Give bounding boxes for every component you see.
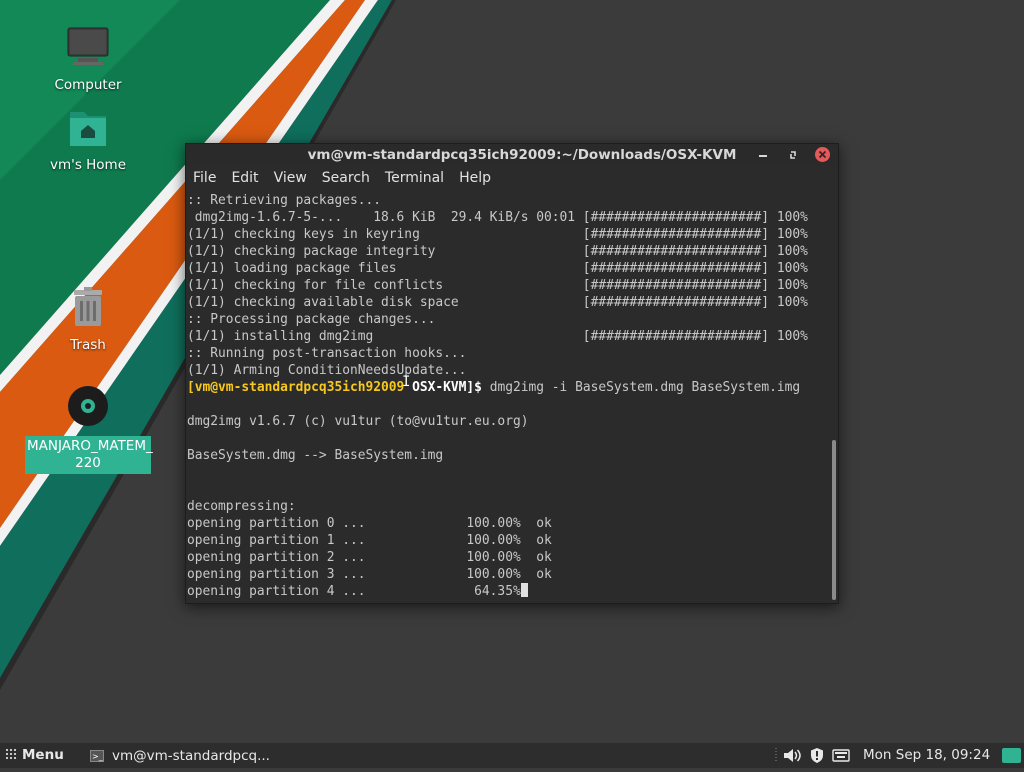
menu-terminal[interactable]: Terminal — [385, 170, 444, 186]
keyboard-icon[interactable] — [832, 747, 850, 764]
terminal-line: dmg2img-1.6.7-5-... 18.6 KiB 29.4 KiB/s … — [187, 210, 808, 225]
menu-edit[interactable]: Edit — [231, 170, 258, 186]
window-title: vm@vm-standardpcq35ich92009:~/Downloads/… — [307, 147, 737, 163]
terminal-line: decompressing: — [187, 499, 296, 514]
current-line: opening partition 4 ... 64.35% — [187, 583, 827, 600]
window-titlebar[interactable]: vm@vm-standardpcq35ich92009:~/Downloads/… — [186, 144, 838, 166]
show-desktop-button[interactable] — [1002, 748, 1021, 763]
text-cursor — [520, 583, 528, 597]
menu-bar: File Edit View Search Terminal Help — [186, 166, 838, 190]
minimize-icon — [759, 155, 767, 157]
terminal-icon: >_ — [90, 749, 104, 762]
task-label: vm@vm-standardpcq... — [112, 747, 270, 764]
close-button[interactable] — [815, 147, 830, 162]
menu-view[interactable]: View — [274, 170, 307, 186]
terminal-line: (1/1) loading package files [###########… — [187, 261, 808, 276]
prompt-line: [vm@vm-standardpcq35ich92009 OSX-KVM]$ d… — [187, 379, 827, 396]
update-shield-icon[interactable] — [809, 747, 825, 764]
terminal-line: :: Retrieving packages... — [187, 193, 382, 208]
apps-grid-icon — [5, 748, 17, 760]
menu-file[interactable]: File — [193, 170, 216, 186]
terminal-line: (1/1) checking package integrity [######… — [187, 244, 808, 259]
prompt-user: [vm@vm-standardpcq35ich92009 — [187, 380, 405, 395]
restore-icon — [790, 151, 796, 159]
terminal-line: (1/1) checking for file conflicts [#####… — [187, 278, 808, 293]
trash-icon — [64, 284, 112, 332]
desktop-icon-label: Computer — [54, 77, 122, 93]
maximize-button[interactable] — [785, 147, 801, 163]
start-menu-button[interactable]: Menu — [5, 747, 64, 763]
terminal-line: (1/1) installing dmg2img [##############… — [187, 329, 808, 344]
command-text: dmg2img -i BaseSystem.dmg BaseSystem.img — [481, 380, 801, 395]
menu-label: Menu — [22, 747, 64, 763]
clock[interactable]: Mon Sep 18, 09:24 — [863, 747, 990, 763]
taskbar: Menu >_ vm@vm-standardpcq... Mon Sep 18,… — [0, 743, 1024, 768]
terminal-window[interactable]: vm@vm-standardpcq35ich92009:~/Downloads/… — [185, 143, 839, 604]
terminal-line: opening partition 1 ... 100.00% ok — [187, 533, 552, 548]
menu-help[interactable]: Help — [459, 170, 491, 186]
desktop-icon-label: Trash — [70, 337, 106, 353]
terminal-line: dmg2img v1.6.7 (c) vu1tur (to@vu1tur.eu.… — [187, 414, 529, 429]
ibeam-cursor-icon: I — [402, 374, 411, 390]
menu-search[interactable]: Search — [322, 170, 370, 186]
desktop-icon-label: MANJARO_MATEM_ 220 — [25, 436, 153, 474]
close-icon — [818, 150, 827, 159]
tray-separator — [773, 743, 779, 763]
terminal-line: opening partition 0 ... 100.00% ok — [187, 516, 552, 531]
terminal-line: :: Running post-transaction hooks... — [187, 346, 467, 361]
terminal-line: BaseSystem.dmg --> BaseSystem.img — [187, 448, 444, 463]
desktop-icon-computer[interactable]: Computer — [28, 24, 148, 95]
prompt-dir: OSX-KVM]$ — [412, 380, 482, 395]
optical-disc-icon — [64, 384, 112, 432]
terminal-scrollbar[interactable] — [832, 440, 836, 600]
terminal-output[interactable]: :: Retrieving packages... dmg2img-1.6.7-… — [186, 192, 827, 602]
terminal-line: (1/1) Arming ConditionNeedsUpdate... — [187, 363, 467, 378]
desktop-icon-label: vm's Home — [49, 157, 127, 173]
computer-icon — [64, 24, 112, 72]
desktop-icon-trash[interactable]: Trash — [28, 284, 148, 355]
home-folder-icon — [64, 104, 112, 152]
terminal-line: :: Processing package changes... — [187, 312, 436, 327]
taskbar-window-terminal[interactable]: >_ vm@vm-standardpcq... — [86, 746, 274, 765]
terminal-line: (1/1) checking keys in keyring [########… — [187, 227, 808, 242]
terminal-line-text: opening partition 4 ... 64.35% — [187, 584, 521, 599]
volume-icon[interactable] — [782, 747, 802, 764]
minimize-button[interactable] — [755, 147, 771, 163]
terminal-line: (1/1) checking available disk space [###… — [187, 295, 808, 310]
terminal-line: opening partition 3 ... 100.00% ok — [187, 567, 552, 582]
terminal-line: opening partition 2 ... 100.00% ok — [187, 550, 552, 565]
desktop-icon-disc[interactable]: MANJARO_MATEM_ 220 — [25, 384, 153, 474]
desktop-icon-home[interactable]: vm's Home — [28, 104, 148, 175]
